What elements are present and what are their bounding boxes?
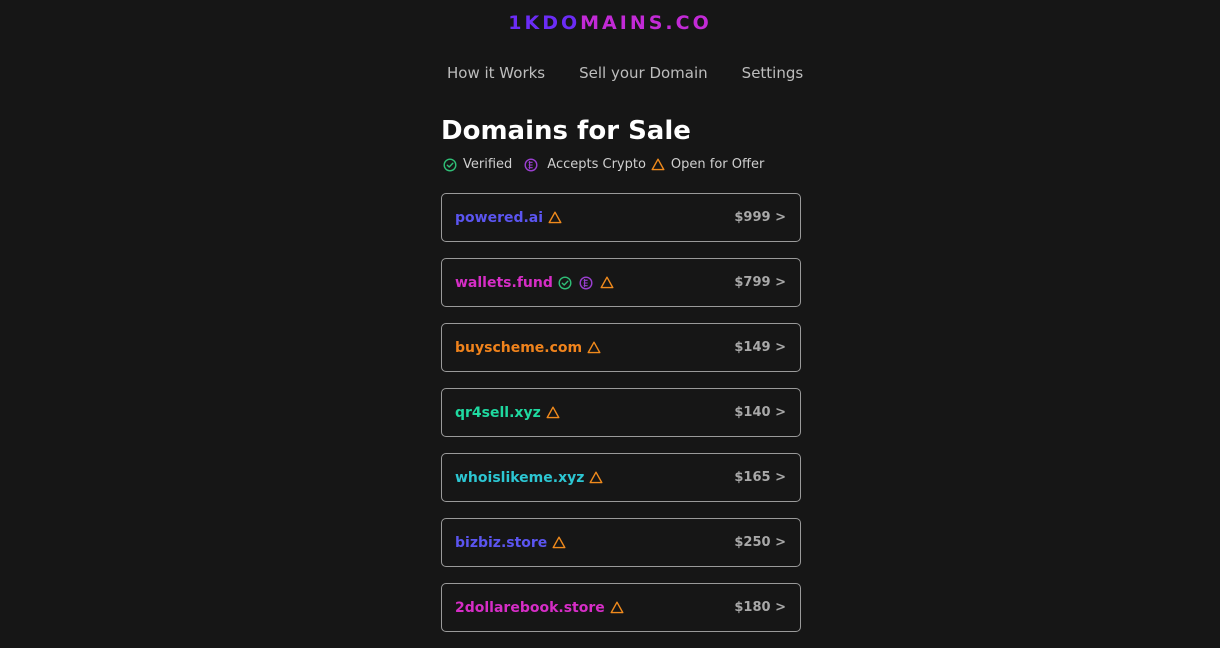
domain-badges (589, 471, 603, 484)
domain-badges (610, 601, 624, 614)
domain-name: qr4sell.xyz (455, 404, 541, 421)
offer-icon (610, 601, 624, 614)
domain-badges (587, 341, 601, 354)
legend-accepts-crypto: Accepts Crypto (524, 157, 646, 172)
domain-price: $799 > (734, 275, 786, 290)
nav-sell-domain[interactable]: Sell your Domain (579, 64, 708, 82)
domain-row[interactable]: buyscheme.com $149 > (441, 323, 801, 372)
domain-price: $250 > (734, 535, 786, 550)
legend-offer-label: Open for Offer (670, 157, 765, 172)
domain-row[interactable]: whoislikeme.xyz $165 > (441, 453, 801, 502)
legend-verified-label: Verified (463, 157, 513, 172)
domain-badges (558, 275, 614, 290)
domain-name: whoislikeme.xyz (455, 469, 585, 486)
domain-name: buyscheme.com (455, 339, 583, 356)
verified-icon (558, 275, 572, 290)
domain-name: powered.ai (455, 209, 544, 226)
domain-badges (552, 536, 566, 549)
domain-row[interactable]: wallets.fund $799 > (441, 258, 801, 307)
main-nav: How it Works Sell your Domain Settings (447, 64, 803, 82)
legend-verified: Verified (443, 157, 512, 172)
domain-row[interactable]: 2dollarebook.store $180 > (441, 583, 801, 632)
offer-icon (552, 536, 566, 549)
domain-price: $149 > (734, 340, 786, 355)
domain-badges (546, 406, 560, 419)
domain-price: $180 > (734, 600, 786, 615)
crypto-icon (524, 157, 544, 172)
logo-part-1: 1KDO (508, 12, 581, 34)
nav-how-it-works[interactable]: How it Works (447, 64, 545, 82)
domain-row[interactable]: powered.ai $999 > (441, 193, 801, 242)
domain-name: wallets.fund (455, 274, 553, 291)
domain-price: $140 > (734, 405, 786, 420)
offer-icon (651, 158, 671, 171)
domain-list: powered.ai $999 > wallets.fund $799 > bu… (441, 193, 801, 648)
legend-crypto-label: Accepts Crypto (547, 157, 646, 172)
domain-badges (548, 211, 562, 224)
page-title: Domains for Sale (441, 116, 691, 146)
offer-icon (589, 471, 603, 484)
site-logo[interactable]: 1KDOMAINS.CO (0, 12, 1220, 34)
verified-icon (443, 157, 463, 172)
domain-price: $165 > (734, 470, 786, 485)
offer-icon (548, 211, 562, 224)
crypto-icon (579, 275, 593, 290)
logo-part-2: MAINS.CO (580, 12, 712, 34)
offer-icon (546, 406, 560, 419)
domain-name: bizbiz.store (455, 534, 548, 551)
domain-row[interactable]: qr4sell.xyz $140 > (441, 388, 801, 437)
domain-price: $999 > (734, 210, 786, 225)
offer-icon (587, 341, 601, 354)
legend: Verified Accepts Crypto Open for Offer (443, 157, 769, 172)
legend-open-for-offer: Open for Offer (651, 157, 764, 172)
offer-icon (600, 276, 614, 289)
nav-settings[interactable]: Settings (742, 64, 804, 82)
domain-name: 2dollarebook.store (455, 599, 605, 616)
domain-row[interactable]: bizbiz.store $250 > (441, 518, 801, 567)
